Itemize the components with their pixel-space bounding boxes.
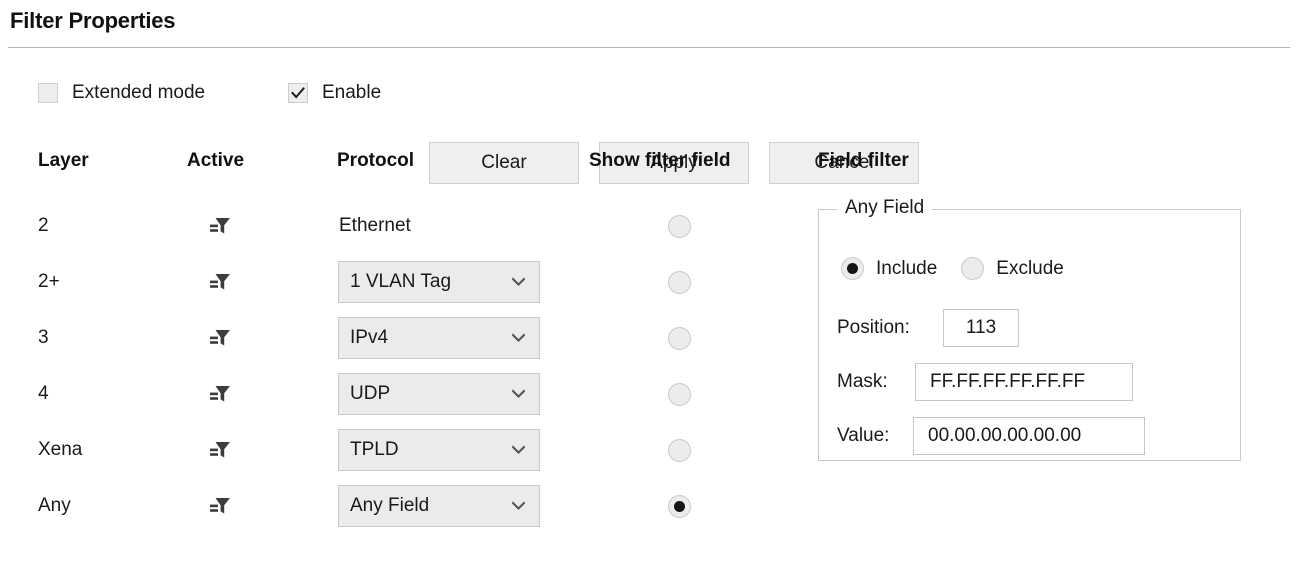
show-filter-field-radio[interactable] [668,326,691,350]
layer-cell: 2+ [38,271,60,292]
extended-mode-checkbox[interactable] [38,83,58,103]
include-label: Include [876,257,938,279]
layer-cell: Any [38,495,71,516]
filter-layer-table: 2 Ethernet 2+ 1 VLAN Tag 3 IPv4 4 UDP Xena TPLD An… [0,198,820,534]
page-title: Filter Properties [10,8,176,33]
field-filter-group: Any Field Include Exclude Position: 113 … [818,197,1241,461]
protocol-static-label: Ethernet [339,215,411,236]
show-filter-field-cell [589,198,779,254]
position-input[interactable]: 113 [943,309,1019,347]
check-icon [291,87,305,99]
toolbar: Extended mode Enable Clear Apply Cancel [0,70,1298,184]
include-exclude-radio-group: Include Exclude [841,257,1064,280]
column-header-show-filter-field: Show filter field [589,150,731,171]
show-filter-field-radio[interactable] [668,494,691,518]
protocol-dropdown-value: Any Field [350,495,430,516]
active-filter-toggle[interactable] [187,478,317,534]
extended-mode-label: Extended mode [72,82,206,103]
protocol-dropdown-value: 1 VLAN Tag [350,271,452,292]
exclude-label: Exclude [996,257,1064,279]
show-filter-field-cell [589,254,779,310]
protocol-dropdown[interactable]: 1 VLAN Tag [338,261,540,303]
active-filter-toggle[interactable] [187,422,317,478]
table-row: 3 IPv4 [0,310,820,366]
column-header-layer: Layer [38,150,89,171]
protocol-cell: Any Field [338,478,548,534]
show-filter-field-radio[interactable] [668,214,691,238]
chevron-down-icon [512,501,525,510]
value-field-row: Value: 00.00.00.00.00.00 [837,417,1145,455]
table-row: Xena TPLD [0,422,820,478]
extended-mode-checkbox-row[interactable]: Extended mode [38,70,205,116]
enable-checkbox[interactable] [288,83,308,103]
active-filter-toggle[interactable] [187,254,317,310]
protocol-dropdown[interactable]: UDP [338,373,540,415]
filter-funnel-icon [210,442,230,458]
filter-funnel-icon [210,498,230,514]
exclude-radio[interactable] [961,257,985,280]
protocol-dropdown[interactable]: TPLD [338,429,540,471]
protocol-cell: Ethernet [338,198,548,254]
enable-label: Enable [322,82,382,103]
radio-dot-icon [674,500,685,512]
show-filter-field-cell [589,310,779,366]
chevron-down-icon [512,445,525,454]
column-header-protocol: Protocol [337,150,415,171]
layer-cell: 3 [38,327,49,348]
field-filter-group-legend: Any Field [837,197,933,219]
filter-funnel-icon [210,386,230,402]
show-filter-field-cell [589,478,779,534]
active-filter-toggle[interactable] [187,198,317,254]
chevron-down-icon [512,277,525,286]
layer-cell: 2 [38,215,49,236]
show-filter-field-radio[interactable] [668,382,691,406]
show-filter-field-radio[interactable] [668,438,691,462]
enable-checkbox-row[interactable]: Enable [288,70,381,116]
show-filter-field-cell [589,366,779,422]
table-row: 4 UDP [0,366,820,422]
layer-cell: 4 [38,383,49,404]
protocol-dropdown-value: TPLD [350,439,399,460]
protocol-dropdown[interactable]: Any Field [338,485,540,527]
show-filter-field-radio[interactable] [668,270,691,294]
active-filter-toggle[interactable] [187,366,317,422]
filter-funnel-icon [210,218,230,234]
protocol-cell: IPv4 [338,310,548,366]
protocol-cell: 1 VLAN Tag [338,254,548,310]
value-input[interactable]: 00.00.00.00.00.00 [913,417,1145,455]
title-divider [8,47,1290,48]
protocol-dropdown-value: UDP [350,383,391,404]
table-row: 2 Ethernet [0,198,820,254]
exclude-option[interactable]: Exclude [961,257,1064,280]
filter-funnel-icon [210,330,230,346]
clear-button[interactable]: Clear [429,142,579,184]
value-label: Value: [837,425,890,446]
layer-cell: Xena [38,439,83,460]
table-row: 2+ 1 VLAN Tag [0,254,820,310]
position-field-row: Position: 113 [837,309,1019,347]
chevron-down-icon [512,389,525,398]
active-filter-toggle[interactable] [187,310,317,366]
include-option[interactable]: Include [841,257,937,280]
protocol-cell: UDP [338,366,548,422]
mask-label: Mask: [837,371,888,392]
show-filter-field-cell [589,422,779,478]
protocol-cell: TPLD [338,422,548,478]
mask-field-row: Mask: FF.FF.FF.FF.FF.FF [837,363,1133,401]
include-radio[interactable] [841,257,864,280]
chevron-down-icon [512,333,525,342]
protocol-dropdown-value: IPv4 [350,327,389,348]
mask-input[interactable]: FF.FF.FF.FF.FF.FF [915,363,1133,401]
table-row: Any Any Field [0,478,820,534]
column-header-field-filter: Field filter [818,150,909,171]
filter-funnel-icon [210,274,230,290]
column-header-active: Active [187,150,245,171]
position-label: Position: [837,317,910,338]
radio-dot-icon [847,263,858,274]
protocol-dropdown[interactable]: IPv4 [338,317,540,359]
